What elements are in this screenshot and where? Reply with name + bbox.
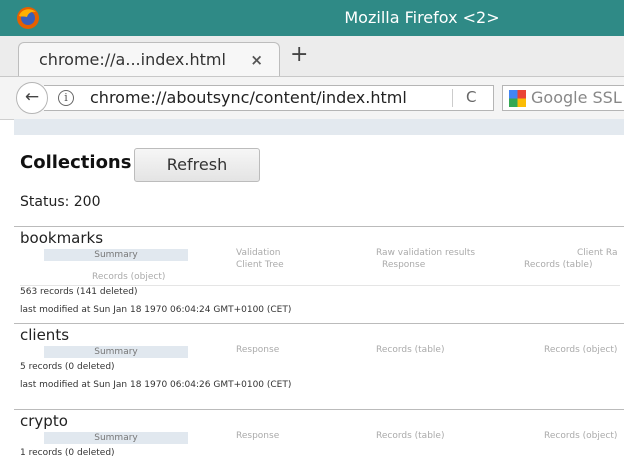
search-placeholder[interactable]: Google SSL <box>531 88 622 107</box>
refresh-button[interactable]: Refresh <box>134 148 260 182</box>
tab-records-object[interactable]: Records (object) <box>544 431 617 441</box>
collection-bookmarks: bookmarks Summary Validation Raw validat… <box>14 226 624 322</box>
window-titlebar: Mozilla Firefox <2> <box>0 0 624 36</box>
search-bar[interactable]: Google SSL <box>502 85 624 111</box>
tab-validation[interactable]: Validation <box>236 248 280 258</box>
back-button[interactable]: ← <box>16 82 48 114</box>
tab-records-object[interactable]: Records (object) <box>544 345 617 355</box>
window-title: Mozilla Firefox <2> <box>344 8 500 27</box>
tab-records-object[interactable]: Records (object) <box>92 272 165 282</box>
collection-name: crypto <box>20 412 68 430</box>
status-text: Status: 200 <box>20 194 101 210</box>
record-count: 1 records (0 deleted) <box>20 448 115 458</box>
tab-response[interactable]: Response <box>236 345 279 355</box>
collection-crypto: crypto Summary Response Records (table) … <box>14 409 624 466</box>
info-icon[interactable]: i <box>58 90 74 106</box>
last-modified: last modified at Sun Jan 18 1970 06:04:2… <box>20 380 292 390</box>
tab-summary[interactable]: Summary <box>44 346 188 358</box>
url-separator <box>452 89 453 107</box>
url-text[interactable]: chrome://aboutsync/content/index.html <box>90 88 407 107</box>
record-count: 5 records (0 deleted) <box>20 362 115 372</box>
tab-aboutsync[interactable]: chrome://a...index.html × <box>18 42 280 76</box>
tab-client-tree[interactable]: Client Tree <box>236 260 284 270</box>
tab-records-table[interactable]: Records (table) <box>376 431 444 441</box>
tab-response[interactable]: Response <box>236 431 279 441</box>
tab-client-raw[interactable]: Client Ra <box>577 248 618 258</box>
tab-records-table[interactable]: Records (table) <box>524 260 592 270</box>
collection-clients: clients Summary Response Records (table)… <box>14 323 624 409</box>
collection-name: bookmarks <box>20 229 104 247</box>
record-count: 563 records (141 deleted) <box>20 287 138 297</box>
collection-name: clients <box>20 326 70 344</box>
tab-response[interactable]: Response <box>382 260 425 270</box>
navigation-bar: i chrome://aboutsync/content/index.html … <box>0 77 624 120</box>
tab-summary[interactable]: Summary <box>44 432 188 444</box>
header-strip <box>14 119 624 135</box>
reload-icon[interactable]: C <box>466 88 476 106</box>
tab-summary[interactable]: Summary <box>44 249 188 261</box>
google-icon <box>509 90 526 107</box>
url-bar[interactable]: i chrome://aboutsync/content/index.html … <box>44 85 494 111</box>
close-tab-icon[interactable]: × <box>250 51 263 69</box>
divider <box>20 285 620 286</box>
tab-raw-validation[interactable]: Raw validation results <box>376 248 475 258</box>
new-tab-button[interactable]: + <box>290 44 308 66</box>
tab-records-table[interactable]: Records (table) <box>376 345 444 355</box>
tab-strip: chrome://a...index.html × + <box>0 36 624 77</box>
page-title: Collections <box>20 152 132 173</box>
last-modified: last modified at Sun Jan 18 1970 06:04:2… <box>20 305 292 315</box>
tab-label: chrome://a...index.html <box>39 50 226 69</box>
